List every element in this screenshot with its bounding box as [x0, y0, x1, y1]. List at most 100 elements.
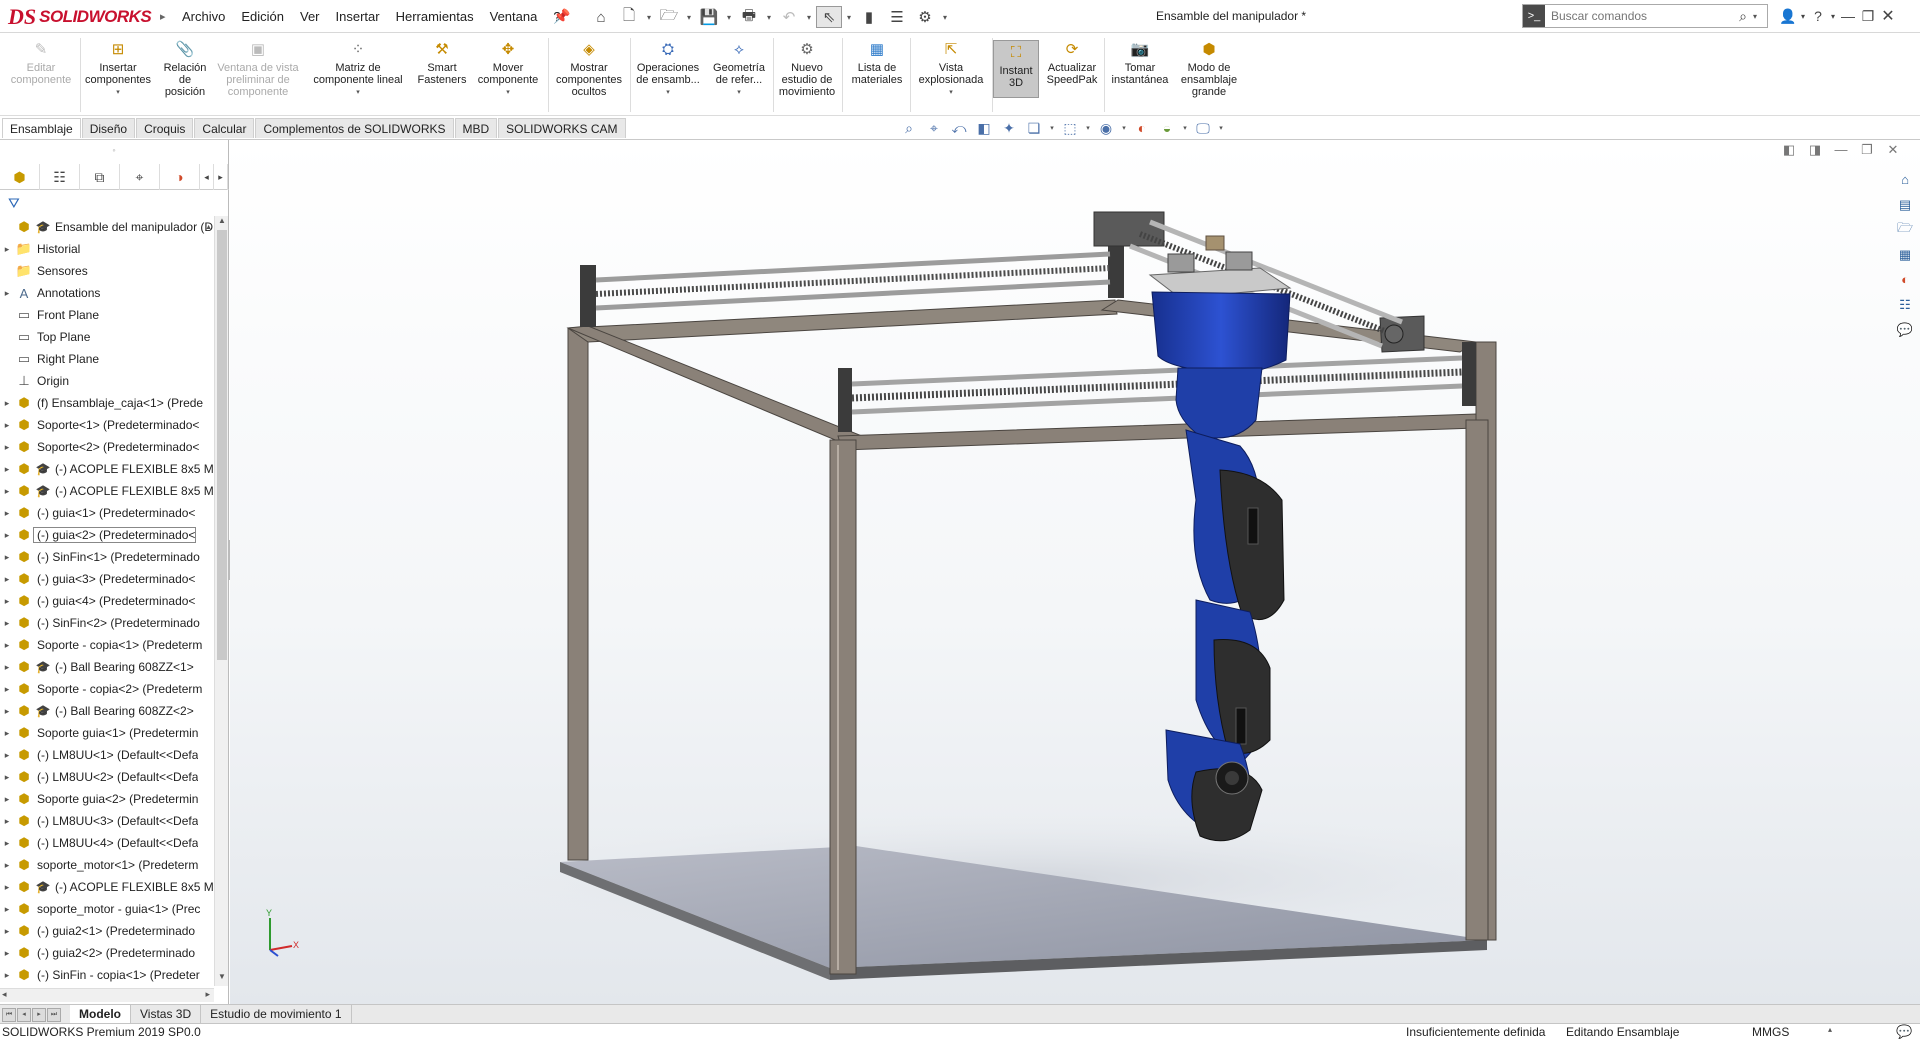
tabs-scroll-left-icon[interactable]: ◂: [200, 164, 214, 190]
expand-arrow-icon[interactable]: ▸: [0, 904, 14, 915]
reference-geometry-button[interactable]: ⟡ Geometría de refer... ▾: [706, 40, 772, 99]
tab-mbd[interactable]: MBD: [454, 118, 498, 138]
panel-collapse-handle[interactable]: ◦: [0, 140, 228, 160]
help-icon[interactable]: ?: [1808, 8, 1828, 24]
apply-scene-icon[interactable]: ◒: [1156, 120, 1178, 136]
tree-vertical-scrollbar[interactable]: ▲ ▼: [214, 216, 228, 986]
tree-item[interactable]: ▸ ⬢ Soporte - copia<1> (Predeterm: [0, 634, 214, 656]
tree-root-assembly[interactable]: ⬢ 🎓 Ensamble del manipulador (D ▲: [0, 216, 214, 238]
expand-arrow-icon[interactable]: ▸: [0, 838, 14, 849]
previous-view-icon[interactable]: ⤺: [948, 120, 970, 137]
tree-item[interactable]: ▸ ⬢ soporte_motor<1> (Predeterm: [0, 854, 214, 876]
forum-icon[interactable]: 💬: [1894, 320, 1916, 339]
menu-insertar[interactable]: Insertar: [328, 9, 388, 24]
print-icon[interactable]: 🖶: [736, 6, 762, 28]
tab-modelo[interactable]: Modelo: [70, 1005, 131, 1023]
tree-item[interactable]: ▸ ⬢ (-) LM8UU<2> (Default<<Defa: [0, 766, 214, 788]
view-settings-icon[interactable]: 🖵: [1192, 120, 1214, 137]
user-icon[interactable]: 👤: [1778, 8, 1798, 25]
appearances-scenes-icon[interactable]: ◐: [1894, 270, 1916, 289]
home-icon[interactable]: ⌂: [588, 6, 614, 28]
move-component-button[interactable]: ✥ Mover componente ▾: [474, 40, 542, 99]
save-dropdown-icon[interactable]: ▾: [724, 13, 734, 22]
edit-component-button[interactable]: ✎ Editar componente: [6, 40, 76, 86]
zoom-to-fit-icon[interactable]: ⌕: [898, 120, 920, 137]
tree-item[interactable]: 📁 Sensores: [0, 260, 214, 282]
tree-item[interactable]: ▸ ⬢ (-) LM8UU<1> (Default<<Defa: [0, 744, 214, 766]
expand-arrow-icon[interactable]: ▸: [0, 860, 14, 871]
manipulator-assembly-model[interactable]: [230, 140, 1920, 1004]
tabs-scroll-right-icon[interactable]: ▸: [214, 164, 228, 190]
expand-arrow-icon[interactable]: ▸: [0, 398, 14, 409]
hide-show-dropdown-icon[interactable]: ▾: [1120, 124, 1128, 132]
scroll-up-icon[interactable]: ▲: [215, 216, 229, 230]
view-settings-dropdown-icon[interactable]: ▾: [1217, 124, 1225, 132]
reference-geometry-dropdown-icon[interactable]: ▾: [737, 87, 741, 99]
file-explorer-icon[interactable]: 🗁: [1894, 220, 1916, 239]
expand-arrow-icon[interactable]: ▸: [0, 508, 14, 519]
tree-item[interactable]: ▸ ⬢ (-) SinFin<1> (Predeterminado: [0, 546, 214, 568]
linear-component-pattern-button[interactable]: ⁘ Matriz de componente lineal ▾: [306, 40, 410, 99]
tab-vistas-3d[interactable]: Vistas 3D: [131, 1005, 202, 1023]
expand-arrow-icon[interactable]: ▸: [0, 794, 14, 805]
update-speedpak-button[interactable]: ⟳ Actualizar SpeedPak: [1042, 40, 1102, 86]
scroll-left-icon[interactable]: ◂: [2, 989, 7, 1000]
expand-arrow-icon[interactable]: ▸: [0, 596, 14, 607]
graphics-area[interactable]: ◧ ◨ — ❐ ✕ Y X ⌂ ▤ 🗁 ▦ ◐ ☷ 💬: [230, 140, 1920, 1004]
tree-item[interactable]: ▸ 📁 Historial: [0, 238, 214, 260]
feature-manager-tab-icon[interactable]: ⬢: [0, 164, 40, 190]
tree-item[interactable]: ▸ ⬢ (-) guia2<1> (Predeterminado: [0, 920, 214, 942]
tree-item[interactable]: ▸ ⬢ 🎓 (-) ACOPLE FLEXIBLE 8x5 M: [0, 876, 214, 898]
move-component-dropdown-icon[interactable]: ▾: [506, 87, 510, 99]
file-properties-icon[interactable]: ☰: [884, 6, 910, 28]
next-tab-icon[interactable]: ▸: [32, 1008, 46, 1022]
close-icon[interactable]: ✕: [1878, 6, 1898, 26]
display-manager-tab-icon[interactable]: ◑: [160, 164, 200, 190]
tree-item[interactable]: ▸ ⬢ 🎓 (-) ACOPLE FLEXIBLE 8x5 M: [0, 480, 214, 502]
dimxpert-manager-tab-icon[interactable]: ⌖: [120, 164, 160, 190]
expand-arrow-icon[interactable]: ▸: [0, 684, 14, 695]
status-tooltip-icon[interactable]: 💬: [1896, 1024, 1912, 1040]
tree-horizontal-scrollbar[interactable]: ◂ ▸: [0, 988, 214, 1002]
tree-item[interactable]: ▸ ⬢ 🎓 (-) ACOPLE FLEXIBLE 8x5 M: [0, 458, 214, 480]
user-dropdown-icon[interactable]: ▾: [1798, 12, 1808, 21]
section-view-icon[interactable]: ◧: [973, 120, 995, 137]
search-dropdown-icon[interactable]: ▾: [1753, 12, 1767, 21]
view-palette-icon[interactable]: ▦: [1894, 245, 1916, 264]
insert-components-button[interactable]: ⊞ Insertar componentes ▾: [82, 40, 154, 99]
tab-calcular[interactable]: Calcular: [194, 118, 255, 138]
new-motion-study-button[interactable]: ⚙ Nuevo estudio de movimiento: [774, 40, 840, 98]
expand-arrow-icon[interactable]: ▸: [0, 706, 14, 717]
tree-scroll-up-icon[interactable]: ▲: [205, 224, 212, 231]
tree-item[interactable]: ▸ ⬢ 🎓 (-) Ball Bearing 608ZZ<2>: [0, 700, 214, 722]
filter-icon[interactable]: ⛛: [8, 195, 20, 212]
tree-item[interactable]: ▸ ⬢ (-) LM8UU<3> (Default<<Defa: [0, 810, 214, 832]
configuration-manager-tab-icon[interactable]: ⧉: [80, 164, 120, 190]
search-commands[interactable]: >_ ⌕ ▾: [1522, 4, 1768, 28]
new-document-icon[interactable]: 🗋: [616, 6, 642, 28]
pin-menu-icon[interactable]: 📌: [553, 8, 570, 25]
expand-arrow-icon[interactable]: ▸: [0, 618, 14, 629]
search-input[interactable]: [1545, 6, 1733, 26]
expand-arrow-icon[interactable]: ▸: [0, 816, 14, 827]
tab-estudio-movimiento[interactable]: Estudio de movimiento 1: [201, 1005, 352, 1023]
tree-item[interactable]: ▸ ⬢ (-) SinFin - copia<1> (Predeter: [0, 964, 214, 986]
display-style-icon[interactable]: ⬚: [1059, 120, 1081, 137]
undo-dropdown-icon[interactable]: ▾: [804, 13, 814, 22]
prev-tab-icon[interactable]: ◂: [17, 1008, 31, 1022]
menu-ver[interactable]: Ver: [292, 9, 328, 24]
tree-item[interactable]: ▸ ⬢ (-) SinFin<2> (Predeterminado: [0, 612, 214, 634]
expand-arrow-icon[interactable]: ▸: [0, 420, 14, 431]
tree-item[interactable]: ▸ ⬢ (-) LM8UU<4> (Default<<Defa: [0, 832, 214, 854]
menu-ventana[interactable]: Ventana: [482, 9, 546, 24]
options-dropdown-icon[interactable]: ▾: [940, 13, 950, 22]
menu-archivo[interactable]: Archivo: [174, 9, 233, 24]
tree-item[interactable]: ▸ ⬢ (f) Ensamblaje_caja<1> (Prede: [0, 392, 214, 414]
search-icon[interactable]: ⌕: [1733, 8, 1753, 25]
tab-complementos[interactable]: Complementos de SOLIDWORKS: [255, 118, 454, 138]
smart-fasteners-button[interactable]: ⚒ Smart Fasteners: [412, 40, 472, 86]
tab-solidworks-cam[interactable]: SOLIDWORKS CAM: [498, 118, 626, 138]
expand-arrow-icon[interactable]: ▸: [0, 288, 14, 299]
insert-components-dropdown-icon[interactable]: ▾: [116, 87, 120, 99]
scroll-down-icon[interactable]: ▼: [215, 972, 229, 986]
